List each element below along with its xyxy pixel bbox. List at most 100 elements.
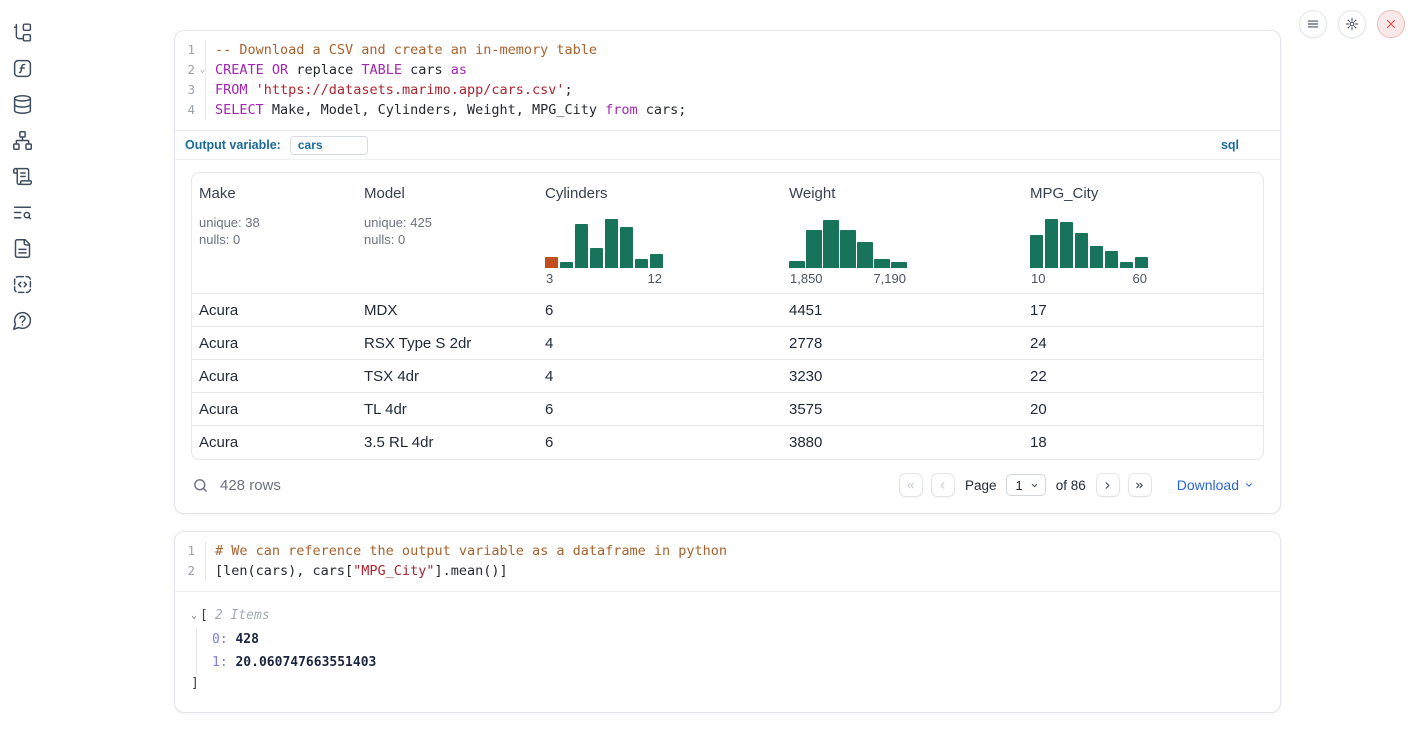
sidebar-help-button[interactable] xyxy=(11,309,33,331)
table-cell: TSX 4dr xyxy=(357,368,538,385)
sidebar-logs-button[interactable] xyxy=(11,165,33,187)
histogram[interactable]: 1,8507,190 xyxy=(789,216,907,286)
histogram[interactable]: 1060 xyxy=(1030,216,1148,286)
line-number: 1 xyxy=(175,40,205,60)
table-cell: Acura xyxy=(192,302,357,319)
previous-page-button[interactable] xyxy=(931,473,955,497)
table-row[interactable]: AcuraTSX 4dr4323022 xyxy=(192,360,1263,393)
table-cell: 3575 xyxy=(782,401,1023,418)
help-circle-icon xyxy=(12,310,33,331)
column-name: Model xyxy=(364,185,534,202)
table-cell: 2778 xyxy=(782,335,1023,352)
column-header-cylinders[interactable]: Cylinders 312 xyxy=(538,173,782,293)
data-table: Makeunique: 38nulls: 0Modelunique: 425nu… xyxy=(191,172,1264,460)
line-number: 2⌄ xyxy=(175,60,205,80)
code-line[interactable]: [len(cars), cars["MPG_City"].mean()] xyxy=(215,561,727,581)
search-button[interactable] xyxy=(191,476,209,494)
collapse-chevron-icon[interactable]: ⌄ xyxy=(191,610,197,621)
sidebar-dependency-graph-button[interactable] xyxy=(11,129,33,151)
tree-entry[interactable]: 1: 20.060747663551403 xyxy=(212,651,1264,674)
table-cell: 6 xyxy=(538,302,782,319)
download-button[interactable]: Download xyxy=(1177,477,1254,493)
table-row[interactable]: AcuraMDX6445117 xyxy=(192,294,1263,327)
shutdown-button[interactable] xyxy=(1377,10,1405,38)
file-text-icon xyxy=(12,238,33,259)
gutter: 12 xyxy=(175,541,206,581)
table-cell: 18 xyxy=(1023,434,1263,451)
code-line[interactable]: -- Download a CSV and create an in-memor… xyxy=(215,40,686,60)
sidebar-outline-button[interactable] xyxy=(11,201,33,223)
sidebar-datasources-button[interactable] xyxy=(11,93,33,115)
output-variable-input[interactable] xyxy=(290,136,368,155)
code-line[interactable]: CREATE OR replace TABLE cars as xyxy=(215,60,686,80)
code-lines: # We can reference the output variable a… xyxy=(206,541,727,581)
table-row[interactable]: AcuraTL 4dr6357520 xyxy=(192,393,1263,426)
histogram-bar xyxy=(840,230,856,268)
gutter: 12⌄34 xyxy=(175,40,206,120)
sidebar-documentation-button[interactable] xyxy=(11,237,33,259)
search-icon xyxy=(192,477,209,494)
stat-unique: unique: 425 xyxy=(364,214,534,231)
axis-min-label: 3 xyxy=(546,271,553,286)
column-header-make[interactable]: Makeunique: 38nulls: 0 xyxy=(192,173,357,293)
table-cell: 3230 xyxy=(782,368,1023,385)
column-name: Cylinders xyxy=(545,185,778,202)
page-select[interactable]: 1 xyxy=(1006,474,1045,496)
column-header-model[interactable]: Modelunique: 425nulls: 0 xyxy=(357,173,538,293)
line-number: 2 xyxy=(175,561,205,581)
table-row[interactable]: AcuraRSX Type S 2dr4277824 xyxy=(192,327,1263,360)
table-body: AcuraMDX6445117AcuraRSX Type S 2dr427782… xyxy=(192,294,1263,459)
row-count: 428 rows xyxy=(220,477,281,494)
sidebar-functions-button[interactable] xyxy=(11,57,33,79)
fold-chevron-icon[interactable]: ⌄ xyxy=(200,60,205,80)
settings-button[interactable] xyxy=(1338,10,1366,38)
download-label: Download xyxy=(1177,477,1239,493)
code-block-icon xyxy=(12,274,33,295)
histogram-bar xyxy=(789,261,805,268)
tree-head: ⌄ [ 2 Items xyxy=(191,605,1264,626)
tree-entry[interactable]: 0: 428 xyxy=(212,628,1264,651)
close-icon xyxy=(1384,17,1398,31)
first-page-button[interactable] xyxy=(899,473,923,497)
table-cell: Acura xyxy=(192,401,357,418)
tree-entry-value: 20.060747663551403 xyxy=(235,655,376,670)
column-header-mpg_city[interactable]: MPG_City 1060 xyxy=(1023,173,1263,293)
sidebar-file-tree-button[interactable] xyxy=(11,21,33,43)
table-cell: MDX xyxy=(357,302,538,319)
menu-button[interactable] xyxy=(1299,10,1327,38)
table-output: Makeunique: 38nulls: 0Modelunique: 425nu… xyxy=(175,160,1280,460)
tree-entry-value: 428 xyxy=(235,632,258,647)
histogram-bar xyxy=(590,248,603,268)
histogram-bar xyxy=(1060,222,1073,268)
chevron-left-icon xyxy=(937,480,948,491)
next-page-button[interactable] xyxy=(1096,473,1120,497)
last-page-button[interactable] xyxy=(1128,473,1152,497)
sidebar-snippets-button[interactable] xyxy=(11,273,33,295)
column-name: Weight xyxy=(789,185,1019,202)
code-line[interactable]: # We can reference the output variable a… xyxy=(215,541,727,561)
axis-min-label: 1,850 xyxy=(790,271,823,286)
menu-icon xyxy=(1306,17,1320,31)
sql-code-editor[interactable]: 12⌄34 -- Download a CSV and create an in… xyxy=(175,31,1280,130)
table-cell: 20 xyxy=(1023,401,1263,418)
table-cell: 17 xyxy=(1023,302,1263,319)
column-name: Make xyxy=(199,185,353,202)
table-cell: 22 xyxy=(1023,368,1263,385)
table-cell: Acura xyxy=(192,335,357,352)
python-code-editor[interactable]: 12 # We can reference the output variabl… xyxy=(175,532,1280,591)
histogram-bar xyxy=(857,242,873,268)
column-header-weight[interactable]: Weight 1,8507,190 xyxy=(782,173,1023,293)
table-cell: 6 xyxy=(538,434,782,451)
sql-cell: 12⌄34 -- Download a CSV and create an in… xyxy=(174,30,1281,514)
code-line[interactable]: SELECT Make, Model, Cylinders, Weight, M… xyxy=(215,100,686,120)
gear-icon xyxy=(1345,17,1359,31)
table-row[interactable]: Acura3.5 RL 4dr6388018 xyxy=(192,426,1263,459)
column-name: MPG_City xyxy=(1030,185,1259,202)
code-line[interactable]: FROM 'https://datasets.marimo.app/cars.c… xyxy=(215,80,686,100)
histogram-bar xyxy=(545,257,558,268)
language-badge[interactable]: sql xyxy=(1221,138,1239,152)
histogram[interactable]: 312 xyxy=(545,216,663,286)
histogram-bar xyxy=(806,230,822,268)
chevrons-right-icon xyxy=(1134,480,1145,491)
histogram-bars xyxy=(789,216,907,268)
